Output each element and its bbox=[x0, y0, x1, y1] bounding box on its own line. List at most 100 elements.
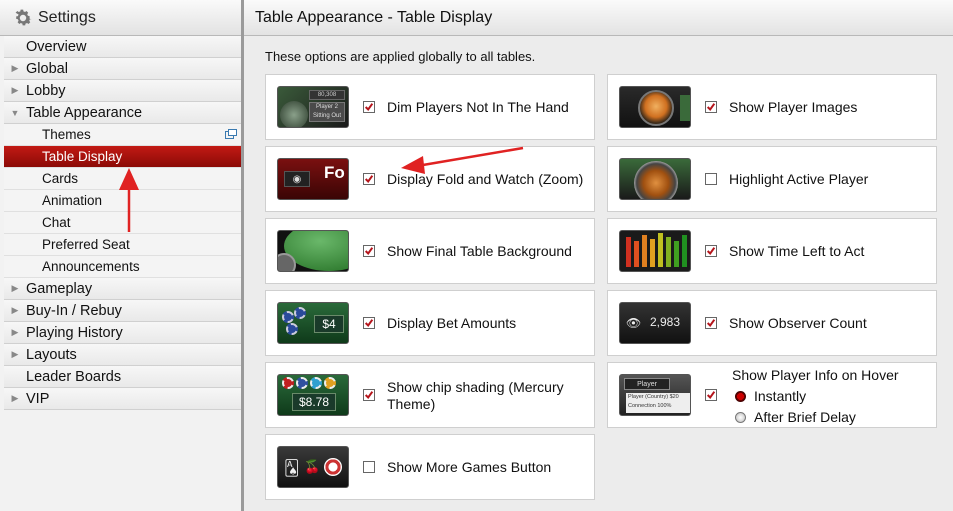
caret-right-icon: ▶ bbox=[11, 85, 19, 95]
sidebar-item-global[interactable]: ▶ Global bbox=[4, 58, 241, 80]
sidebar-item-label: Preferred Seat bbox=[42, 237, 130, 252]
fold-watch-checkbox[interactable] bbox=[363, 173, 375, 185]
bet-amounts-checkbox[interactable] bbox=[363, 317, 375, 329]
sidebar-item-label: Announcements bbox=[42, 259, 140, 274]
checkmark-icon bbox=[364, 175, 374, 184]
checkmark-icon bbox=[364, 391, 374, 400]
checkmark-icon bbox=[706, 319, 716, 328]
sidebar-item-chat[interactable]: Chat bbox=[4, 212, 241, 234]
intro-text: These options are applied globally to al… bbox=[265, 49, 536, 64]
sidebar-item-table-display[interactable]: Table Display bbox=[4, 146, 241, 168]
sidebar-item-label: Overview bbox=[26, 38, 87, 55]
observer-eye-thumbnail: 👁 2,983 bbox=[619, 302, 691, 344]
thumb-chip-amount: $8.78 bbox=[292, 393, 336, 411]
radio-selected-icon bbox=[735, 390, 746, 402]
final-table-checkbox[interactable] bbox=[363, 245, 375, 257]
thumb-player-box: Player 2 Sitting Out bbox=[309, 102, 345, 122]
radio-after-delay[interactable]: After Brief Delay bbox=[735, 409, 856, 425]
more-games-checkbox[interactable] bbox=[363, 461, 375, 473]
highlight-active-checkbox[interactable] bbox=[705, 173, 717, 185]
dim-players-thumbnail: 80,308 Player 2 Sitting Out bbox=[277, 86, 349, 128]
radio-instantly-label: Instantly bbox=[754, 388, 807, 404]
main-panel: Table Appearance - Table Display These o… bbox=[244, 0, 953, 511]
sidebar-item-vip[interactable]: ▶ VIP bbox=[4, 388, 241, 410]
observer-count-checkbox[interactable] bbox=[705, 317, 717, 329]
caret-right-icon: ▶ bbox=[11, 63, 19, 73]
sidebar-item-leader-boards[interactable]: Leader Boards bbox=[4, 366, 241, 388]
tiger-avatar-thumbnail bbox=[619, 86, 691, 128]
chip-shading-thumbnail: $8.78 bbox=[277, 374, 349, 416]
option-chip-shading: $8.78 Show chip shading (Mercury Theme) bbox=[265, 362, 595, 428]
final-table-label: Show Final Table Background bbox=[387, 243, 572, 259]
chip-shading-checkbox[interactable] bbox=[363, 389, 375, 401]
sidebar-item-label: Layouts bbox=[26, 346, 77, 363]
sidebar-item-table-appearance[interactable]: ▼ Table Appearance bbox=[4, 102, 241, 124]
active-player-thumbnail bbox=[619, 158, 691, 200]
sidebar-item-label: Playing History bbox=[26, 324, 123, 341]
sidebar-item-label: Lobby bbox=[26, 82, 66, 99]
time-bars-thumbnail bbox=[619, 230, 691, 272]
chip-shading-label: Show chip shading (Mercury Theme) bbox=[387, 379, 564, 412]
thumb-fold-text: Fo bbox=[324, 163, 345, 182]
caret-right-icon: ▶ bbox=[11, 349, 19, 359]
caret-right-icon: ▶ bbox=[11, 305, 19, 315]
sidebar-item-preferred-seat[interactable]: Preferred Seat bbox=[4, 234, 241, 256]
caret-right-icon: ▶ bbox=[11, 393, 19, 403]
observer-count-label: Show Observer Count bbox=[729, 315, 867, 331]
sidebar-item-label: Leader Boards bbox=[26, 368, 122, 385]
option-observer-count: 👁 2,983 Show Observer Count bbox=[607, 290, 937, 356]
radio-after-delay-label: After Brief Delay bbox=[754, 409, 856, 425]
sidebar-item-label: Themes bbox=[42, 127, 91, 142]
fold-watch-label: Display Fold and Watch (Zoom) bbox=[387, 171, 584, 187]
sidebar-item-label: Cards bbox=[42, 171, 79, 186]
roulette-icon bbox=[324, 458, 342, 476]
dim-players-checkbox[interactable] bbox=[363, 101, 375, 113]
sidebar-item-announcements[interactable]: Announcements bbox=[4, 256, 241, 278]
thumb-sitting-out: Sitting Out bbox=[312, 113, 341, 119]
checkmark-icon bbox=[706, 103, 716, 112]
fold-watch-thumbnail: ◉ Fo bbox=[277, 158, 349, 200]
radio-instantly[interactable]: Instantly bbox=[735, 388, 806, 404]
sidebar-item-label: Gameplay bbox=[26, 280, 93, 297]
thumb-observer-count: 2,983 bbox=[650, 315, 681, 329]
highlight-active-label: Highlight Active Player bbox=[729, 171, 869, 187]
sidebar-item-buy-in-rebuy[interactable]: ▶ Buy-In / Rebuy bbox=[4, 300, 241, 322]
sidebar-item-label: Global bbox=[26, 60, 68, 77]
playing-cards-icon: 🂡 bbox=[284, 460, 300, 477]
sidebar-item-layouts[interactable]: ▶ Layouts bbox=[4, 344, 241, 366]
option-player-images: Show Player Images bbox=[607, 74, 937, 140]
option-more-games: 🂡 🍒 Show More Games Button bbox=[265, 434, 595, 500]
eye-icon: 👁 bbox=[626, 316, 642, 330]
checkmark-icon bbox=[364, 247, 374, 256]
sidebar-item-label: Chat bbox=[42, 215, 71, 230]
more-games-thumbnail: 🂡 🍒 bbox=[277, 446, 349, 488]
sidebar-item-themes[interactable]: Themes bbox=[4, 124, 241, 146]
player-info-thumbnail: Player Player (Country) $20 Connection 1… bbox=[619, 374, 691, 416]
sidebar-item-overview[interactable]: Overview bbox=[4, 36, 241, 58]
green-table-thumbnail bbox=[277, 230, 349, 272]
bet-amounts-label: Display Bet Amounts bbox=[387, 315, 517, 331]
player-images-checkbox[interactable] bbox=[705, 101, 717, 113]
thumb-bet-amount: $4 bbox=[314, 315, 344, 333]
option-time-left: Show Time Left to Act bbox=[607, 218, 937, 284]
sidebar-item-label: Buy-In / Rebuy bbox=[26, 302, 122, 319]
settings-nav: Overview ▶ Global ▶ Lobby ▼ Table Appearance Th… bbox=[0, 36, 241, 410]
time-left-checkbox[interactable] bbox=[705, 245, 717, 257]
sidebar-item-playing-history[interactable]: ▶ Playing History bbox=[4, 322, 241, 344]
thumb-hover-tooltip: Player (Country) $20 Connection 100% bbox=[626, 393, 690, 413]
checkmark-icon bbox=[364, 103, 374, 112]
sidebar-item-gameplay[interactable]: ▶ Gameplay bbox=[4, 278, 241, 300]
time-left-label: Show Time Left to Act bbox=[729, 243, 865, 259]
thumb-player-name: Player 2 bbox=[315, 104, 338, 110]
popout-window-icon[interactable] bbox=[225, 129, 237, 139]
sidebar-item-label: Table Display bbox=[42, 149, 123, 164]
more-games-label: Show More Games Button bbox=[387, 459, 552, 475]
thumb-tooltip-player: Player (Country) $20 bbox=[628, 394, 679, 400]
sidebar-item-lobby[interactable]: ▶ Lobby bbox=[4, 80, 241, 102]
player-info-hover-checkbox[interactable] bbox=[705, 389, 717, 401]
option-final-table: Show Final Table Background bbox=[265, 218, 595, 284]
sidebar-item-animation[interactable]: Animation bbox=[4, 190, 241, 212]
checkmark-icon bbox=[706, 391, 716, 400]
sidebar-item-cards[interactable]: Cards bbox=[4, 168, 241, 190]
sidebar-item-label: VIP bbox=[26, 390, 50, 407]
